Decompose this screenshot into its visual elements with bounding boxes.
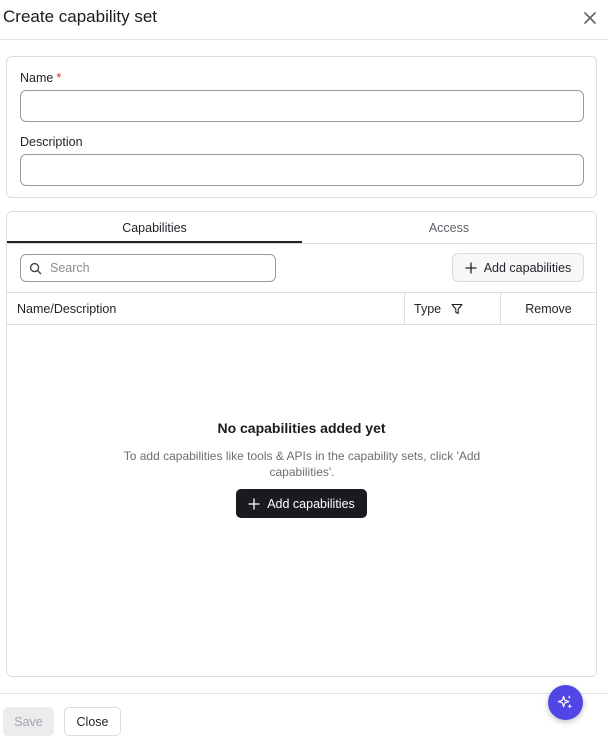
name-label-text: Name [20,71,54,85]
description-label: Description [20,135,83,149]
column-type-label: Type [414,301,442,316]
assistant-button[interactable] [548,685,583,720]
save-button[interactable]: Save [3,707,54,736]
add-capabilities-button[interactable]: Add capabilities [452,253,584,282]
search-icon [29,262,42,274]
column-type[interactable]: Type [414,293,463,324]
table-header: Name/Description Type Remove [7,292,596,325]
empty-add-capabilities-button[interactable]: Add capabilities [236,489,367,518]
tab-bar: Capabilities Access [7,212,596,244]
add-capabilities-label: Add capabilities [483,260,572,275]
description-input[interactable] [20,154,584,186]
details-card: Name * Description [6,56,597,198]
search-input[interactable]: Search [20,254,276,282]
plus-icon [248,497,260,510]
column-divider [404,293,405,324]
tab-access[interactable]: Access [302,212,596,244]
empty-state-title: No capabilities added yet [217,420,386,436]
active-tab-indicator [7,241,302,243]
dialog-title: Create capability set [3,7,158,26]
filter-icon[interactable] [451,303,463,315]
close-icon[interactable] [580,8,600,28]
column-name-description[interactable]: Name/Description [17,293,116,324]
sparkle-icon [557,695,573,709]
capabilities-panel: Capabilities Access Search Add capabilit… [6,211,597,677]
name-label: Name * [20,71,61,85]
tab-capabilities[interactable]: Capabilities [7,212,302,244]
dialog-header: Create capability set [0,0,608,40]
column-remove: Remove [525,301,572,316]
search-placeholder: Search [50,261,90,275]
footer-divider [0,693,608,694]
close-button[interactable]: Close [64,707,121,736]
required-marker: * [56,71,62,85]
empty-state-description: To add capabilities like tools & APIs in… [123,449,481,479]
name-input[interactable] [20,90,584,122]
plus-icon [465,261,477,274]
empty-add-capabilities-label: Add capabilities [267,496,355,511]
